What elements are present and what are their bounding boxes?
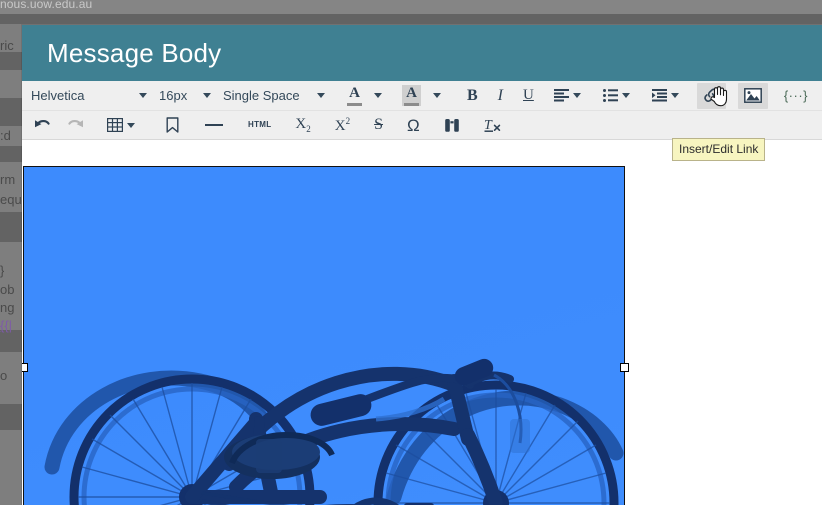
- editor-content-area[interactable]: [22, 141, 822, 505]
- line-spacing-select[interactable]: Single Space: [219, 83, 331, 109]
- placeholder-icon: {···}: [784, 89, 808, 102]
- html-icon: HTML: [248, 121, 271, 129]
- bicycle-image-selection[interactable]: [24, 167, 624, 505]
- align-left-icon: [554, 89, 569, 102]
- message-body-dialog: Message Body Helvetica 16px Single Space…: [22, 25, 822, 505]
- chevron-down-icon: [374, 93, 382, 98]
- superscript-icon: X2: [335, 117, 350, 134]
- indent-button[interactable]: [648, 83, 685, 109]
- chevron-down-icon: [127, 123, 135, 128]
- insert-table-button[interactable]: [103, 112, 141, 138]
- source-code-button[interactable]: HTML: [242, 112, 277, 138]
- font-family-select[interactable]: Helvetica: [27, 83, 153, 109]
- bookmark-button[interactable]: [159, 112, 186, 138]
- bg-text-fragment: :d: [0, 128, 11, 143]
- clear-formatting-button[interactable]: T: [478, 112, 507, 138]
- image-icon: [744, 88, 762, 103]
- url-text: nous.uow.edu.au: [0, 0, 92, 11]
- text-color-icon: A: [347, 86, 362, 106]
- bg-link-fragment[interactable]: {{|: [0, 318, 12, 333]
- highlight-color-dropdown-arrow[interactable]: [427, 83, 445, 109]
- underline-icon: U: [523, 88, 534, 103]
- clear-formatting-icon: T: [484, 117, 501, 133]
- bicycle-image[interactable]: [24, 167, 624, 505]
- line-spacing-label: Single Space: [223, 88, 304, 103]
- special-character-button[interactable]: Ω: [401, 112, 426, 138]
- bg-text-fragment: ob: [0, 282, 14, 297]
- dialog-header: Message Body: [22, 25, 822, 81]
- insert-link-button[interactable]: [697, 83, 726, 109]
- bg-text-fragment: o: [0, 368, 7, 383]
- text-color-dropdown-arrow[interactable]: [368, 83, 386, 109]
- bg-strip: [0, 14, 822, 24]
- table-icon: [107, 118, 123, 132]
- chevron-down-icon: [139, 93, 147, 98]
- editor-toolbar-row-1: Helvetica 16px Single Space A: [22, 81, 822, 111]
- chevron-down-icon: [573, 93, 581, 98]
- redo-button[interactable]: [60, 112, 91, 138]
- screen: nous.uow.edu.au ric :d rm equ } ob ng {{…: [0, 0, 822, 505]
- text-color-button[interactable]: A: [343, 83, 366, 109]
- bg-text-fragment: ric: [0, 38, 14, 53]
- chevron-down-icon: [671, 93, 679, 98]
- font-size-select[interactable]: 16px: [155, 83, 217, 109]
- redo-icon: [67, 118, 84, 132]
- browser-url-bar[interactable]: nous.uow.edu.au: [0, 0, 822, 14]
- subscript-icon: X2: [295, 117, 310, 134]
- highlight-color-icon: A: [402, 85, 421, 106]
- italic-button[interactable]: I: [494, 83, 507, 109]
- bookmark-icon: [166, 117, 179, 133]
- tooltip: Insert/Edit Link: [672, 138, 765, 161]
- editor-toolbar-row-2: HTML X2 X2 S Ω: [22, 111, 822, 140]
- find-replace-button[interactable]: [438, 112, 466, 138]
- binoculars-icon: [444, 118, 460, 133]
- omega-icon: Ω: [407, 117, 420, 134]
- bg-text-fragment: equ: [0, 192, 22, 207]
- undo-button[interactable]: [27, 112, 58, 138]
- bg-text-fragment: }: [0, 263, 4, 278]
- list-button[interactable]: [599, 83, 636, 109]
- horizontal-rule-button[interactable]: [198, 112, 230, 138]
- bold-button[interactable]: B: [463, 83, 482, 109]
- horizontal-rule-icon: [205, 119, 223, 131]
- highlight-color-button[interactable]: A: [398, 83, 425, 109]
- underline-button[interactable]: U: [519, 83, 538, 109]
- page-title: Message Body: [47, 38, 221, 69]
- align-button[interactable]: [550, 83, 587, 109]
- resize-handle-right[interactable]: [620, 363, 629, 372]
- bicycle-photo: [24, 167, 624, 505]
- indent-icon: [652, 89, 667, 102]
- link-icon: [703, 88, 720, 103]
- bullet-list-icon: [603, 89, 618, 102]
- chevron-down-icon: [317, 93, 325, 98]
- bg-text-fragment: rm: [0, 172, 15, 187]
- placeholder-button[interactable]: {···}: [780, 83, 812, 109]
- font-size-label: 16px: [159, 88, 191, 103]
- bg-text-fragment: ng: [0, 300, 14, 315]
- font-family-label: Helvetica: [31, 88, 88, 103]
- chevron-down-icon: [433, 93, 441, 98]
- strikethrough-button[interactable]: S: [368, 112, 389, 138]
- strikethrough-icon: S: [374, 117, 383, 133]
- superscript-button[interactable]: X2: [329, 112, 356, 138]
- insert-image-button[interactable]: [738, 83, 768, 109]
- chevron-down-icon: [622, 93, 630, 98]
- bold-icon: B: [467, 88, 478, 104]
- resize-handle-left[interactable]: [22, 363, 28, 372]
- undo-icon: [34, 118, 51, 132]
- subscript-button[interactable]: X2: [289, 112, 316, 138]
- chevron-down-icon: [203, 93, 211, 98]
- italic-icon: I: [498, 88, 503, 104]
